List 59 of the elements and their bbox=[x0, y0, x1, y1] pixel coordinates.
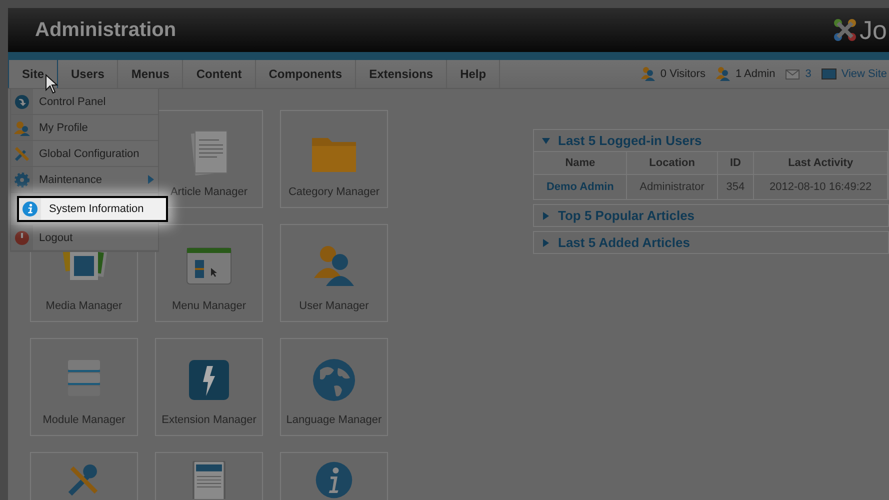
card-label: User Manager bbox=[299, 300, 369, 312]
menu-tab[interactable]: Site bbox=[8, 60, 58, 88]
arrow-circle-icon bbox=[14, 94, 30, 110]
window-title: Administration bbox=[35, 18, 176, 42]
quick-icon-card[interactable]: Menu Manager bbox=[155, 224, 263, 322]
power-icon bbox=[14, 230, 30, 246]
caret-down-icon bbox=[542, 136, 550, 144]
menu-item[interactable]: System Information bbox=[17, 196, 168, 222]
gear-icon bbox=[14, 172, 30, 188]
info-icon bbox=[315, 461, 353, 499]
submenu-arrow-icon bbox=[148, 175, 154, 184]
card-label: Media Manager bbox=[46, 300, 122, 312]
menu-item[interactable]: Global Configuration bbox=[11, 141, 158, 167]
users-icon bbox=[640, 66, 656, 82]
quick-icon-card[interactable]: Language Manager bbox=[280, 338, 388, 436]
caret-right-icon bbox=[542, 212, 550, 220]
status-text: 0 Visitors bbox=[660, 68, 706, 80]
panel-header[interactable]: Last 5 Added Articles bbox=[534, 232, 888, 253]
panel-header[interactable]: Last 5 Logged-in Users bbox=[534, 130, 888, 151]
article-icon bbox=[190, 461, 228, 499]
card-label: Article Manager bbox=[170, 186, 248, 198]
caret-right-icon bbox=[542, 238, 550, 246]
logo-icon bbox=[832, 17, 858, 43]
card-label: Category Manager bbox=[288, 186, 380, 198]
column-header: ID bbox=[717, 152, 754, 174]
panel-header[interactable]: Top 5 Popular Articles bbox=[534, 205, 888, 226]
card-label: Language Manager bbox=[286, 414, 382, 426]
menu-tab[interactable]: Extensions bbox=[356, 60, 448, 88]
card-label: Menu Manager bbox=[172, 300, 246, 312]
quick-icon-card[interactable]: Extension Manager bbox=[155, 338, 263, 436]
view-site-link[interactable]: View Site bbox=[841, 68, 887, 80]
menu-item[interactable]: Logout bbox=[11, 225, 158, 251]
users-icon bbox=[715, 66, 732, 82]
user-link[interactable]: Demo Admin bbox=[534, 174, 627, 199]
mouse-cursor-icon bbox=[45, 74, 59, 94]
menu-item[interactable]: My Profile bbox=[11, 115, 158, 141]
menu-item[interactable]: Maintenance bbox=[11, 167, 158, 193]
quick-icon-card[interactable]: Module Manager bbox=[30, 338, 138, 436]
menu-tab[interactable]: Help bbox=[447, 60, 500, 88]
screen-icon bbox=[821, 66, 838, 82]
status-text: 1 Admin bbox=[735, 68, 776, 80]
tools-icon bbox=[14, 146, 30, 162]
menu-tab[interactable]: Content bbox=[183, 60, 256, 88]
info-icon bbox=[22, 201, 38, 217]
menu-tab[interactable]: Components bbox=[256, 60, 356, 88]
table-cell: 2012-08-10 16:49:22 bbox=[754, 174, 888, 199]
quick-icon-card[interactable]: User Manager bbox=[280, 224, 388, 322]
card-label: Module Manager bbox=[42, 414, 126, 426]
user-icon bbox=[14, 120, 30, 136]
table-cell: 354 bbox=[717, 174, 754, 199]
card-label: Extension Manager bbox=[162, 414, 256, 426]
column-header: Location bbox=[626, 152, 718, 174]
status-text: 3 bbox=[805, 68, 812, 80]
column-header: Name bbox=[534, 152, 627, 174]
menu-item[interactable]: Control Panel bbox=[11, 89, 158, 115]
table-cell: Administrator bbox=[626, 174, 718, 199]
logo-text: Jo bbox=[860, 14, 887, 46]
column-header: Last Activity bbox=[754, 152, 888, 174]
quick-icon-card[interactable]: Category Manager bbox=[280, 110, 388, 208]
